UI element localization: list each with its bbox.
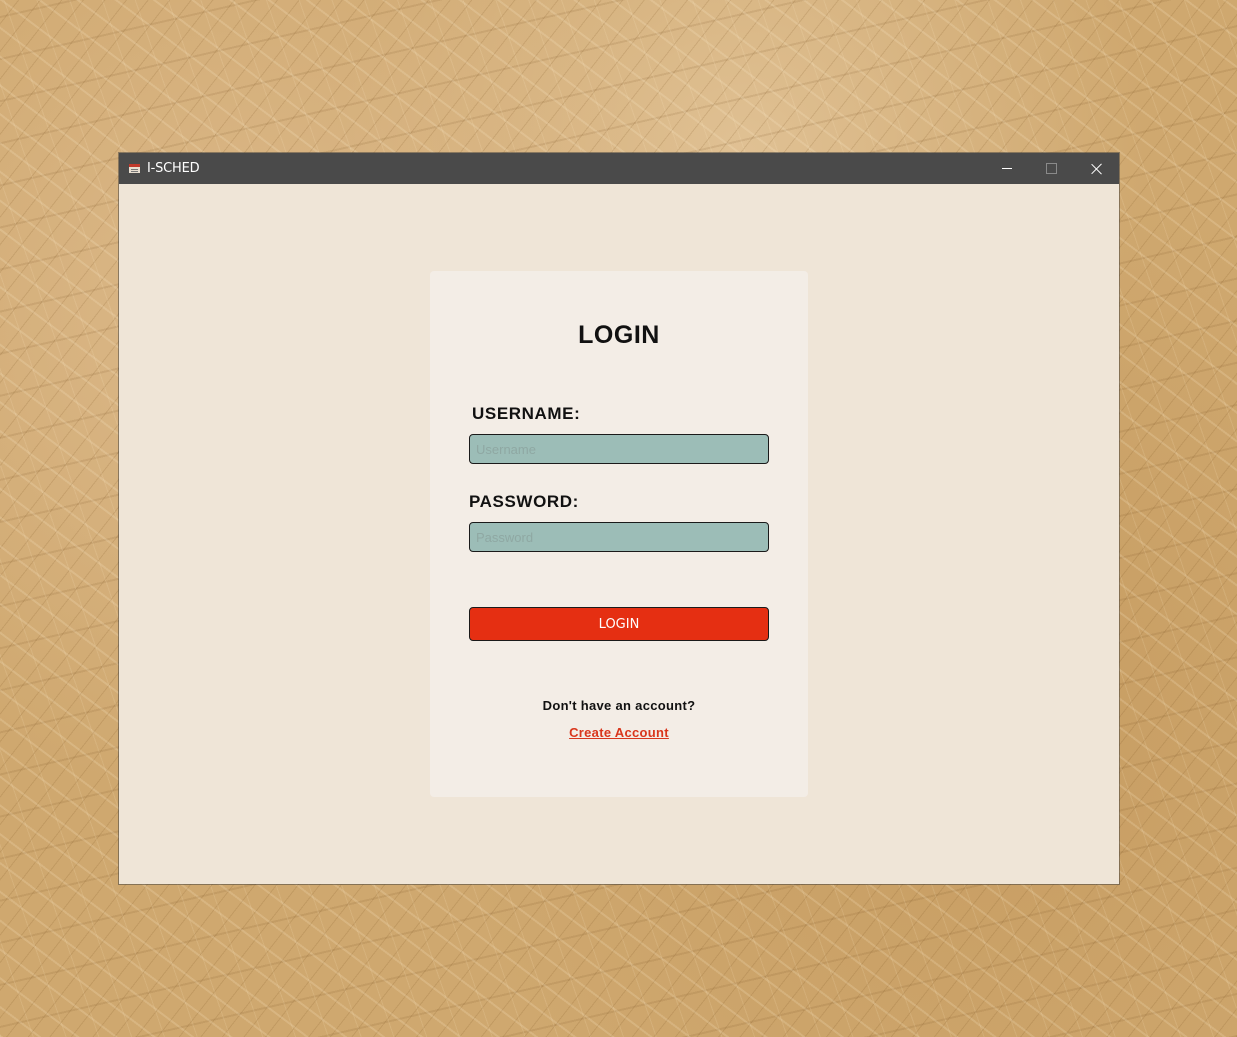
password-input[interactable]	[469, 522, 769, 552]
username-label: USERNAME:	[472, 404, 581, 423]
login-button[interactable]: LOGIN	[469, 607, 769, 641]
window-title: I-SCHED	[147, 161, 200, 176]
login-card: LOGIN USERNAME: PASSWORD: LOGIN Don't ha…	[430, 271, 808, 797]
password-label: PASSWORD:	[469, 492, 579, 511]
close-icon	[1091, 163, 1103, 175]
login-heading: LOGIN	[578, 321, 660, 349]
app-window: I-SCHED LOGIN USERNAME: PASSWORD: LOGIN …	[119, 153, 1119, 884]
username-input[interactable]	[469, 434, 769, 464]
maximize-icon	[1046, 163, 1057, 174]
close-button[interactable]	[1074, 153, 1119, 184]
minimize-icon	[1001, 168, 1012, 169]
signup-prompt: Don't have an account?	[542, 698, 696, 713]
window-controls	[984, 153, 1119, 184]
create-account-link-row: Create Account	[430, 725, 808, 740]
title-bar[interactable]: I-SCHED	[119, 153, 1119, 184]
calendar-icon	[129, 164, 140, 173]
maximize-button[interactable]	[1029, 153, 1074, 184]
minimize-button[interactable]	[984, 153, 1029, 184]
create-account-link[interactable]: Create Account	[569, 725, 669, 740]
